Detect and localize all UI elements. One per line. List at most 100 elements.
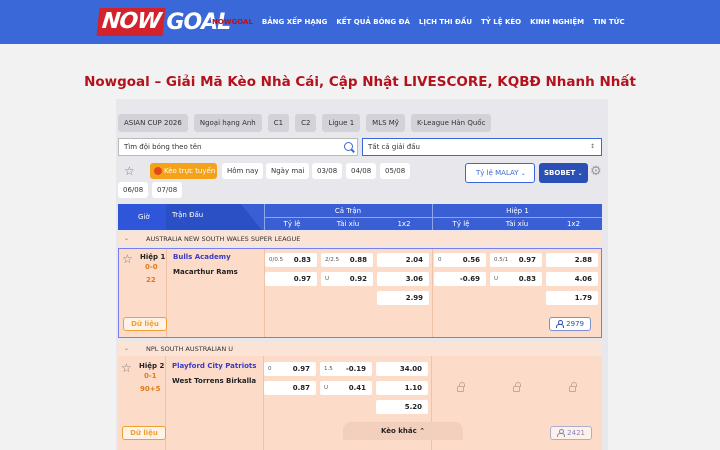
header-h1-handicap: Tỷ lệ [452, 220, 470, 228]
bookmaker-select[interactable]: SBOBET ⌄ [539, 163, 588, 183]
top-header: NOW GOAL NOWGOAL BẢNG XẾP HẠNG KẾT QUẢ BÓ… [0, 0, 720, 44]
header-match: Trận Đấu [166, 204, 262, 230]
league-row[interactable]: ⌄ NPL SOUTH AUSTRALIAN U [118, 342, 602, 356]
away-team[interactable]: Macarthur Rams [173, 268, 238, 276]
nowgoal-logo[interactable]: NOW GOAL [96, 7, 231, 37]
viewers-count: 2979 [566, 320, 584, 328]
header-ft-over-under: Tài xỉu [336, 220, 360, 228]
date-0708[interactable]: 07/08 [152, 182, 183, 198]
odds-cell[interactable]: 5.20 [376, 400, 428, 414]
header-h1-1x2: 1x2 [566, 220, 581, 228]
data-button[interactable]: Dữ liệu [122, 426, 166, 440]
league-select-value: Tất cả giải đấu [368, 143, 420, 151]
match-row: ☆ Hiệp 1 0-0 22 Bulls Academy Macarthur … [118, 248, 602, 338]
odds-cell[interactable]: 2.04 [377, 253, 429, 267]
odds-cell[interactable]: 1.79 [546, 291, 598, 305]
odds-cell[interactable]: 2/2.5 0.88 [321, 253, 373, 267]
header-first-half: Hiệp 1 [506, 207, 529, 215]
bookmaker-value: SBOBET [544, 169, 576, 177]
chevron-down-icon: ⌄ [520, 170, 526, 177]
nav-item-nowgoal[interactable]: NOWGOAL [212, 18, 253, 26]
header-full-match: Cả Trận [334, 207, 362, 215]
favorite-star-icon[interactable]: ☆ [122, 252, 133, 266]
home-team[interactable]: Playford City Patriots [172, 362, 256, 370]
odds-cell[interactable]: 2.88 [546, 253, 598, 267]
odds-table-header: Giờ Trận Đấu Cả Trận Hiệp 1 Tỷ lệ Tài xỉ… [118, 204, 602, 230]
nav-item-tin-tuc[interactable]: TIN TỨC [593, 18, 624, 26]
gear-icon[interactable]: ⚙ [590, 165, 602, 178]
odds-cell[interactable]: 0.87 [264, 381, 316, 395]
chip-k-league[interactable]: K-League Hàn Quốc [410, 114, 492, 132]
viewers-count-button[interactable]: 2979 [549, 317, 591, 331]
chevron-down-icon: ⌄ [577, 170, 583, 177]
data-button[interactable]: Dữ liệu [123, 317, 167, 331]
match-score: 0-1 [144, 372, 157, 380]
viewers-count-button[interactable]: 2421 [550, 426, 592, 440]
match-score: 0-0 [145, 263, 158, 271]
chip-premier-league[interactable]: Ngoại hạng Anh [193, 114, 262, 132]
odds-cell[interactable]: 0 0.56 [434, 253, 486, 267]
chip-c1[interactable]: C1 [267, 114, 290, 132]
match-minute: 22 [146, 276, 156, 284]
league-row[interactable]: ⌄ AUSTRALIA NEW SOUTH WALES SUPER LEAGUE [118, 232, 602, 246]
odds-cell[interactable]: 1.10 [376, 381, 428, 395]
header-time: Giờ [118, 204, 166, 230]
odds-cell[interactable]: 0.5/1 0.97 [490, 253, 542, 267]
lock-icon [569, 382, 577, 392]
date-0508[interactable]: 05/08 [380, 163, 411, 179]
odds-cell[interactable]: U 0.41 [320, 381, 372, 395]
nav-item-lich-thi-dau[interactable]: LỊCH THI ĐẤU [419, 18, 472, 26]
away-team[interactable]: West Torrens Birkalla [172, 377, 256, 385]
chip-c2[interactable]: C2 [295, 114, 317, 132]
odds-cell[interactable]: 0.97 [265, 272, 317, 286]
date-0308[interactable]: 03/08 [312, 163, 343, 179]
league-chips: ASIAN CUP 2026 Ngoại hạng Anh C1 C2 Ligu… [118, 114, 497, 132]
odds-cell[interactable]: 0/0.5 0.83 [265, 253, 317, 267]
chip-ligue-1[interactable]: Ligue 1 [322, 114, 361, 132]
chip-asian-cup[interactable]: ASIAN CUP 2026 [118, 114, 188, 132]
league-name: NPL SOUTH AUSTRALIAN U [146, 345, 234, 353]
odds-cell[interactable]: -0.69 [434, 272, 486, 286]
live-odds-label: Kèo trực tuyến [164, 167, 216, 175]
page-title: Nowgoal – Giải Mã Kèo Nhà Cái, Cập Nhật … [84, 74, 636, 90]
date-0608[interactable]: 06/08 [118, 182, 149, 198]
user-icon [556, 320, 564, 328]
chip-mls[interactable]: MLS Mỹ [366, 114, 405, 132]
home-team[interactable]: Bulls Academy [173, 253, 231, 261]
odds-cell[interactable]: 3.06 [377, 272, 429, 286]
main-nav: NOWGOAL BẢNG XẾP HẠNG KẾT QUẢ BÓNG ĐÁ LỊ… [212, 0, 634, 44]
nav-item-bang-xep-hang[interactable]: BẢNG XẾP HẠNG [262, 18, 327, 26]
logo-now: NOW [96, 8, 166, 36]
team-search-input[interactable]: Tìm đội bóng theo tên [118, 138, 358, 156]
live-odds-button[interactable]: Kèo trực tuyến [150, 163, 217, 179]
league-select[interactable]: Tất cả giải đấu ↕ [362, 138, 602, 156]
favorite-star-icon[interactable]: ☆ [124, 164, 135, 178]
date-0408[interactable]: 04/08 [346, 163, 377, 179]
odds-cell[interactable]: 2.99 [377, 291, 429, 305]
nav-item-kinh-nghiem[interactable]: KINH NGHIỆM [530, 18, 584, 26]
more-odds-label: Kèo khác [380, 427, 417, 435]
search-icon[interactable] [344, 142, 353, 151]
odds-cell[interactable]: U 0.92 [321, 272, 373, 286]
odds-cell[interactable]: 34.00 [376, 362, 428, 376]
more-odds-button[interactable]: Kèo khác ⌃ [343, 422, 463, 440]
date-today[interactable]: Hôm nay [222, 163, 264, 179]
match-period: Hiệp 1 [140, 253, 166, 261]
match-minute: 90+5 [140, 385, 161, 393]
nav-item-ty-le-keo[interactable]: TỶ LỆ KÈO [481, 18, 521, 26]
favorite-star-icon[interactable]: ☆ [121, 361, 132, 375]
lock-icon [513, 382, 521, 392]
live-dot-icon [154, 167, 162, 175]
odds-cell[interactable]: 1.5 -0.19 [320, 362, 372, 376]
odds-format-select[interactable]: Tỷ lệ MALAY ⌄ [465, 163, 535, 183]
odds-cell[interactable]: U 0.83 [490, 272, 542, 286]
chevron-down-icon: ↕ [589, 143, 595, 150]
odds-cell[interactable]: 0 0.97 [264, 362, 316, 376]
date-tomorrow[interactable]: Ngày mai [266, 163, 310, 179]
chevron-up-icon: ⌃ [419, 427, 426, 435]
odds-cell[interactable]: 4.06 [546, 272, 598, 286]
viewers-count: 2421 [567, 429, 585, 437]
header-ft-handicap: Tỷ lệ [283, 220, 301, 228]
chevron-down-icon: ⌄ [124, 345, 130, 352]
nav-item-ket-qua[interactable]: KẾT QUẢ BÓNG ĐÁ [336, 18, 410, 26]
